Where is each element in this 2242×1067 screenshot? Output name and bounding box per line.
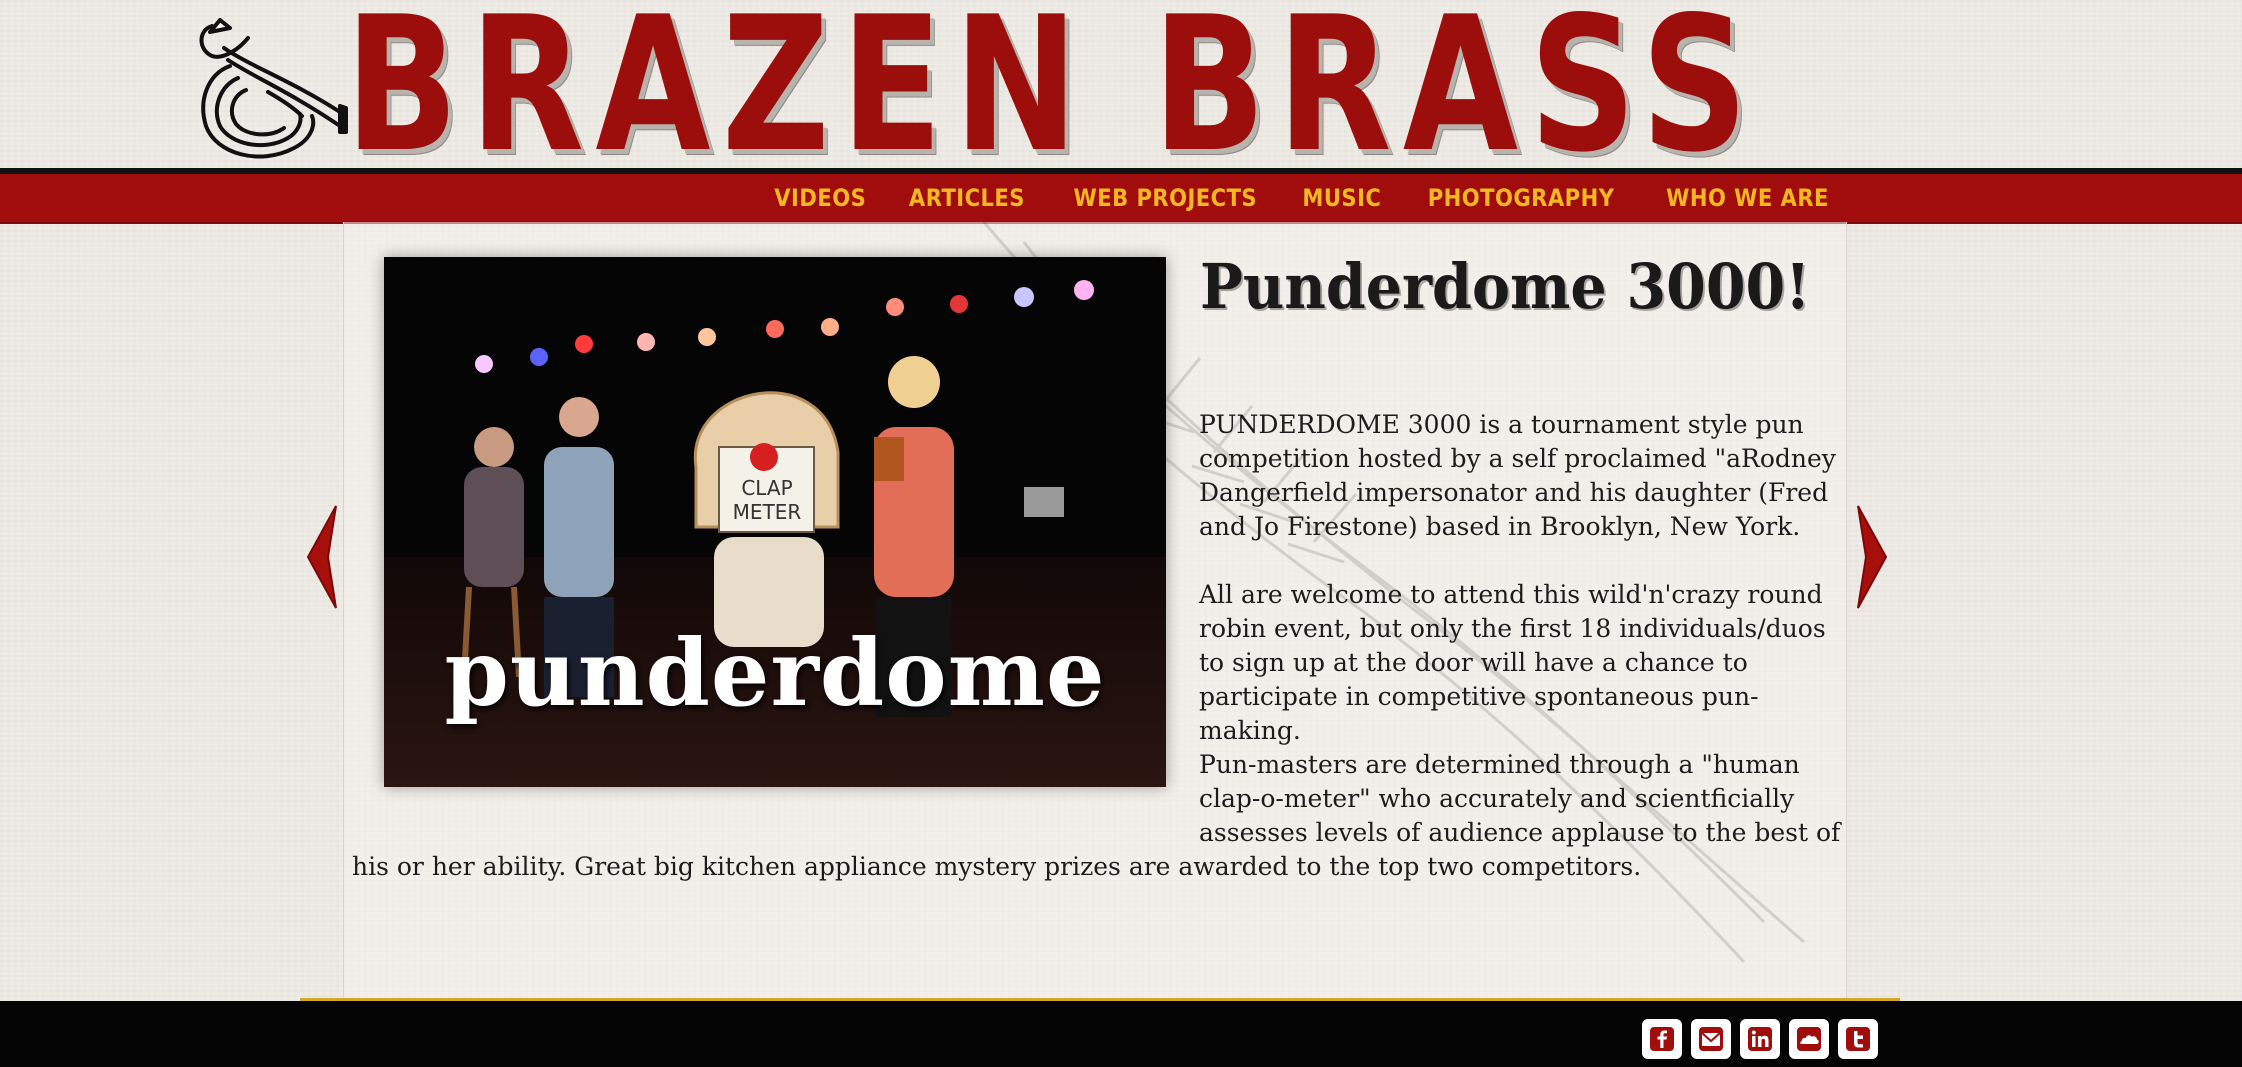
slide-image-caption: punderdome	[444, 619, 1106, 727]
article-paragraph-2: All are welcome to attend this wild'n'cr…	[1199, 580, 1826, 745]
next-slide-arrow-icon[interactable]	[1852, 502, 1892, 612]
cloud-icon[interactable]	[1789, 1019, 1829, 1059]
previous-slide-arrow-icon[interactable]	[302, 502, 342, 612]
nav-item-articles[interactable]: ARTICLES	[909, 184, 1025, 212]
slide-photo: CLAP METER punderdome	[384, 257, 1166, 787]
linkedin-icon[interactable]	[1740, 1019, 1780, 1059]
article-body: PUNDERDOME 3000 is a tournament style pu…	[1199, 408, 1849, 748]
article-paragraph-3-continued: his or her ability. Great big kitchen ap…	[352, 852, 1642, 881]
svg-text:CLAP: CLAP	[741, 476, 792, 500]
site-title[interactable]: BRAZEN BRASS	[345, 0, 1759, 178]
site-footer	[0, 1001, 2242, 1067]
nav-item-web-projects[interactable]: WEB PROJECTS	[1073, 184, 1257, 212]
article-title: Punderdome 3000!	[1200, 250, 1811, 323]
twitter-icon[interactable]	[1838, 1019, 1878, 1059]
bugle-icon[interactable]	[190, 8, 350, 168]
nav-item-music[interactable]: MUSIC	[1303, 184, 1382, 212]
main-nav: VIDEOS ARTICLES WEB PROJECTS MUSIC PHOTO…	[0, 174, 2242, 224]
nav-item-photography[interactable]: PHOTOGRAPHY	[1428, 184, 1615, 212]
nav-item-who-we-are[interactable]: WHO WE ARE	[1666, 184, 1829, 212]
article-paragraph-1: PUNDERDOME 3000 is a tournament style pu…	[1199, 410, 1836, 541]
facebook-icon[interactable]	[1642, 1019, 1682, 1059]
article-paragraph-3: Pun-masters are determined through a "hu…	[1199, 750, 1841, 847]
nav-item-videos[interactable]: VIDEOS	[774, 184, 866, 212]
svg-text:METER: METER	[733, 500, 802, 524]
email-icon[interactable]	[1691, 1019, 1731, 1059]
nav-items: VIDEOS ARTICLES WEB PROJECTS MUSIC PHOTO…	[768, 174, 1840, 222]
site-header: BRAZEN BRASS	[0, 0, 2242, 178]
social-links	[1642, 1019, 1878, 1059]
